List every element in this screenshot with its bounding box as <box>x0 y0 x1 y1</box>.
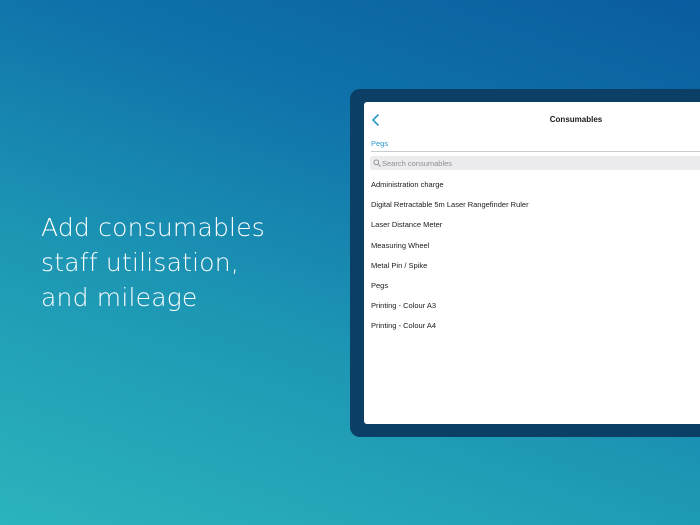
list-item[interactable]: Printing - Colour A4 <box>364 316 700 336</box>
search-icon <box>373 159 381 167</box>
back-button[interactable] <box>370 113 382 127</box>
chevron-left-icon <box>372 114 379 126</box>
list-item[interactable]: Measuring Wheel <box>364 236 700 256</box>
app-screen: Consumables Pegs Administration charge D… <box>364 102 700 424</box>
list-item[interactable]: Metal Pin / Spike <box>364 256 700 276</box>
search-bar[interactable] <box>370 156 700 170</box>
nav-bar: Consumables <box>364 102 700 138</box>
list-item[interactable]: Digital Retractable 5m Laser Rangefinder… <box>364 195 700 215</box>
tablet-frame: Consumables Pegs Administration charge D… <box>350 89 700 437</box>
list-item[interactable]: Pegs <box>364 276 700 296</box>
list-item[interactable]: Printing - Colour A3 <box>364 296 700 316</box>
promo-headline: Add consumables staff utilisation, and m… <box>41 210 331 315</box>
selected-underline <box>371 151 700 152</box>
headline-line-3: and mileage <box>41 283 198 312</box>
list-item[interactable]: Administration charge <box>364 175 700 195</box>
selected-consumable[interactable]: Pegs <box>371 139 388 148</box>
page-title: Consumables <box>549 115 603 124</box>
consumables-list: Administration charge Digital Retractabl… <box>364 175 700 337</box>
headline-line-2: staff utilisation, <box>41 248 239 277</box>
search-input[interactable] <box>382 156 700 170</box>
headline-line-1: Add consumables <box>41 213 265 242</box>
list-item[interactable]: Laser Distance Meter <box>364 215 700 235</box>
